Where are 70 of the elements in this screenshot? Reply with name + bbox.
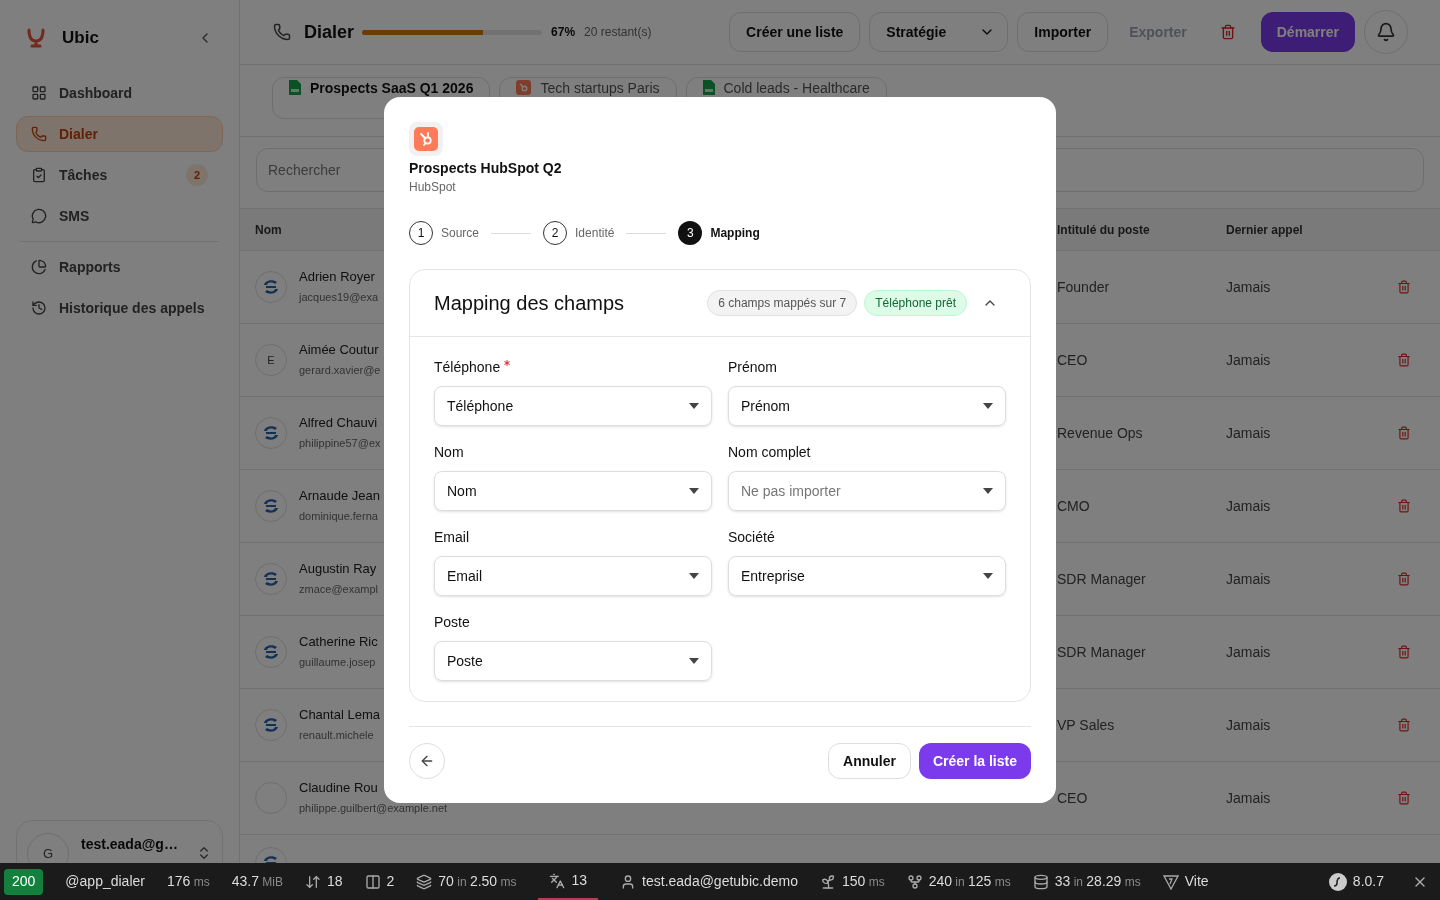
field-label: Email [434, 528, 470, 546]
source-name: Prospects HubSpot Q2 [409, 159, 563, 177]
field-label: Poste [434, 613, 471, 631]
table-cell-text: Jamais [1226, 715, 1272, 735]
table-cell-text: SDR Manager [1057, 642, 1147, 662]
table-cell-text: VP Sales [1057, 715, 1116, 735]
step-label: Source [441, 225, 480, 242]
count-badge: 6 champs mappés sur 7 [707, 290, 858, 316]
contact-name: Aimée Coutur [299, 341, 379, 359]
step-label: Identité [575, 225, 615, 242]
column-header: Nom [255, 221, 282, 239]
page-title: Dialer [304, 20, 355, 44]
table-cell-text: Jamais [1226, 277, 1272, 297]
field-label: Nom [434, 443, 465, 461]
column-header: Intitulé du poste [1057, 221, 1151, 239]
contact-name: Adrien Royer [299, 268, 375, 286]
field-label: Prénom [728, 358, 779, 376]
card-title: Mapping des champs [434, 291, 625, 316]
toolbar-text: 2 [386, 872, 395, 891]
contact-email: guillaume.josep [299, 655, 376, 670]
table-cell-text: Jamais [1226, 642, 1272, 662]
contact-name: Catherine Ric [299, 633, 378, 651]
table-cell-text: CMO [1057, 496, 1091, 516]
table-cell-text: Jamais [1226, 569, 1272, 589]
user-email: test.eada@g… [81, 835, 178, 853]
status-badge: Téléphone prêt [864, 290, 967, 316]
contact-name: Chantal Lema [299, 706, 380, 724]
field-label: Société [728, 528, 776, 546]
toolbar-text: 43.7 MiB [231, 872, 283, 891]
table-cell-text: Founder [1057, 277, 1111, 297]
remaining-count: 20 restant(s) [584, 24, 652, 41]
toolbar-text: 8.0.7 [1352, 872, 1384, 891]
toolbar-text: Vite [1184, 872, 1209, 891]
step-label: Mapping [710, 225, 760, 242]
table-cell-text: CEO [1057, 350, 1089, 370]
toolbar-text: 18 [326, 872, 343, 891]
contact-email: zmace@exampl [299, 582, 379, 597]
toolbar-text: 240 in 125 ms [928, 872, 1011, 891]
table-cell-text: Revenue Ops [1057, 423, 1144, 443]
contact-email: dominique.ferna [299, 509, 378, 524]
column-header: Dernier appel [1226, 221, 1304, 239]
toolbar-text: 150 ms [841, 872, 885, 891]
count-badge: 2 [186, 164, 208, 186]
toolbar-text: 70 in 2.50 ms [438, 872, 517, 891]
contact-name: Alfred Chauvi [299, 414, 378, 432]
field-label: Nom complet [728, 443, 812, 461]
step-number: 3 [678, 221, 703, 245]
table-cell-text: Jamais [1226, 350, 1272, 370]
contact-email: gerard.xavier@e [299, 363, 381, 378]
field-label: Téléphone [434, 358, 712, 376]
contact-name: Claudine Rou [299, 779, 378, 797]
toolbar-text: test.eada@getubic.demo [642, 872, 798, 891]
table-cell-text: CEO [1057, 788, 1089, 808]
source-type: HubSpot [409, 179, 457, 195]
progress-percent: 67% [551, 24, 576, 41]
toolbar-text: 33 in 28.29 ms [1054, 872, 1141, 891]
contact-email: jacques19@exa [299, 290, 379, 305]
contact-name: Augustin Ray [299, 560, 377, 578]
brand-name: Ubic [62, 26, 99, 49]
table-cell-text: Jamais [1226, 496, 1272, 516]
table-cell-text: Jamais [1226, 423, 1272, 443]
toolbar-text: 13 [571, 871, 588, 890]
contact-name: Arnaude Jean [299, 487, 380, 505]
contact-email: philippine57@ex [299, 436, 381, 451]
toolbar-text: 176 ms [166, 872, 210, 891]
table-cell-text: SDR Manager [1057, 569, 1147, 589]
toolbar-text: @app_dialer [65, 872, 145, 891]
table-cell-text: Jamais [1226, 788, 1272, 808]
contact-email: renault.michele [299, 728, 374, 743]
contact-email: philippe.guilbert@example.net [299, 801, 448, 816]
